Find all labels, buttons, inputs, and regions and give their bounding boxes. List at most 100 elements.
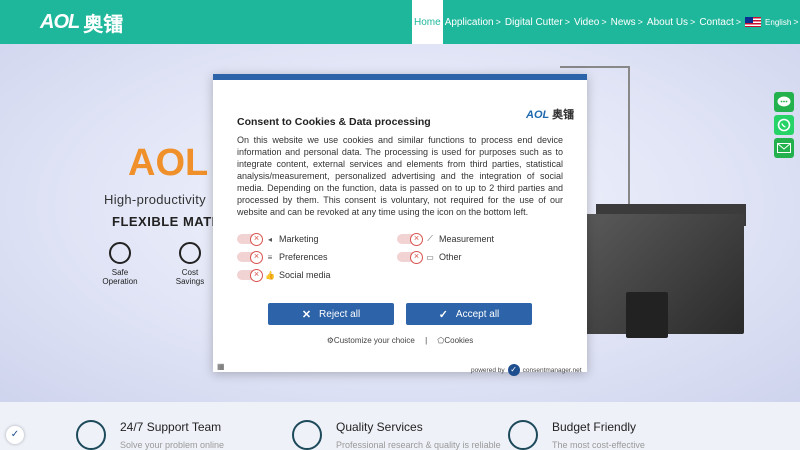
nav-home[interactable]: Home <box>412 0 443 44</box>
nav-home-label: Home <box>414 16 441 28</box>
consent-logo: AOL 奥镭 <box>526 106 574 122</box>
feature-support: 24/7 Support Team Solve your problem onl… <box>76 420 224 450</box>
nav-application[interactable]: Application > <box>443 0 503 44</box>
accept-all-label: Accept all <box>455 308 500 320</box>
chevron-right-icon: > <box>564 17 570 27</box>
thumbs-up-icon: 👍 <box>265 270 275 280</box>
language-selector[interactable]: English > <box>743 0 800 44</box>
toggle-label: Measurement <box>439 234 495 244</box>
chevron-right-icon: > <box>495 17 501 27</box>
feature-budget: Budget Friendly The most cost-effective <box>508 420 645 450</box>
megaphone-icon: ◂ <box>267 234 272 244</box>
feature-safe-operation: Safe Operation <box>100 242 140 286</box>
toggle-social-media[interactable]: 👍 Social media <box>237 269 331 282</box>
consent-logo-text: AOL <box>526 109 550 121</box>
close-icon: ✕ <box>301 308 312 321</box>
feature-subtitle: Solve your problem online <box>120 440 225 450</box>
dollar-clock-icon <box>179 242 201 264</box>
feature-quality: Quality Services Professional research &… <box>292 420 501 450</box>
feature-cost-savings: Cost Savings <box>170 242 210 286</box>
cookies-link[interactable]: ⬠ Cookies <box>437 336 473 345</box>
link-separator: | <box>425 336 428 345</box>
language-label: English <box>765 17 792 27</box>
nav-contact[interactable]: Contact > <box>697 0 743 44</box>
toggle-preferences[interactable]: ≡ Preferences <box>237 251 328 264</box>
chat-icon <box>777 96 791 107</box>
toggle-label: Preferences <box>279 252 328 262</box>
customize-label: Customize your choice <box>333 336 415 345</box>
tag-icon: ⬠ <box>437 336 445 345</box>
features-strip: 24/7 Support Team Solve your problem onl… <box>0 402 800 450</box>
customize-link[interactable]: ⚙ Customize your choice <box>327 336 415 345</box>
consent-logo-chinese: 奥镭 <box>552 108 575 121</box>
toggle-label: Other <box>439 252 462 262</box>
machine-control-box <box>626 292 668 338</box>
chat-support-icon <box>76 420 106 450</box>
nav-contact-label: Contact <box>699 16 734 28</box>
nav-news-label: News <box>610 16 636 28</box>
gear-icon: ⚙ <box>326 336 334 345</box>
toggle-switch[interactable] <box>397 233 423 246</box>
email-icon <box>777 143 791 153</box>
consent-links: ⚙ Customize your choice | ⬠ Cookies <box>213 336 587 345</box>
consent-settings-icon[interactable]: ✓ <box>6 426 24 444</box>
toggle-switch[interactable] <box>397 251 423 264</box>
consentmanager-logo-icon: ✓ <box>507 364 520 376</box>
consent-title: Consent to Cookies & Data processing <box>237 116 431 128</box>
site-header: AOL 奥镭 Home Application > Digital Cutter >… <box>0 0 800 44</box>
cookies-label: Cookies <box>444 336 474 345</box>
chevron-right-icon: > <box>735 17 742 27</box>
language-flag-icon[interactable]: ▦ <box>217 362 225 371</box>
toggle-switch[interactable] <box>237 233 263 246</box>
sliders-icon: ≡ <box>267 252 273 262</box>
money-hand-icon <box>508 420 538 450</box>
nav-digital-cutter[interactable]: Digital Cutter > <box>503 0 572 44</box>
feature-title: Quality Services <box>336 420 423 434</box>
chevron-right-icon: > <box>601 17 607 27</box>
toggle-measurement[interactable]: ⟋ Measurement <box>397 233 495 246</box>
logo-text: AOL <box>40 10 80 33</box>
nav-digital-cutter-label: Digital Cutter <box>504 16 563 28</box>
whatsapp-button[interactable] <box>774 115 794 135</box>
reject-all-label: Reject all <box>319 308 361 320</box>
feature-subtitle: Professional research & quality is relia… <box>336 440 501 450</box>
feature-title: Budget Friendly <box>552 420 637 434</box>
feature-subtitle: The most cost-effective <box>552 440 645 450</box>
nav-about-us[interactable]: About Us > <box>645 0 697 44</box>
email-button[interactable] <box>774 138 794 158</box>
toggle-label: Social media <box>279 270 331 280</box>
provider-name: consentmanager.net <box>522 366 582 374</box>
us-flag-icon <box>745 17 762 27</box>
consent-description: On this website we use cookies and simil… <box>237 135 563 217</box>
chat-bubbles-icon: ▭ <box>426 252 434 262</box>
hero-tagline: High-productivity <box>104 192 206 207</box>
toggle-switch[interactable] <box>237 251 263 264</box>
feature-label: Cost Savings <box>175 268 205 286</box>
hero-brand: AOL <box>128 142 209 184</box>
feature-title: 24/7 Support Team <box>120 420 222 434</box>
powered-by[interactable]: powered by ✓ consentmanager.net <box>471 364 582 376</box>
toggle-label: Marketing <box>279 234 319 244</box>
logo-chinese: 奥镭 <box>83 11 124 36</box>
nav-application-label: Application <box>444 16 494 28</box>
whatsapp-icon <box>777 118 791 132</box>
toggle-switch[interactable] <box>237 269 263 282</box>
toggle-marketing[interactable]: ◂ Marketing <box>237 233 319 246</box>
nav-about-us-label: About Us <box>646 16 689 28</box>
chat-button[interactable] <box>774 92 794 112</box>
main-nav: Home Application > Digital Cutter > Video >… <box>412 0 800 44</box>
cookie-consent-dialog: Consent to Cookies & Data processing AOL… <box>213 74 587 376</box>
chevron-right-icon: > <box>793 17 799 27</box>
chevron-right-icon: > <box>690 17 696 27</box>
nav-news[interactable]: News > <box>609 0 645 44</box>
target-icon <box>109 242 131 264</box>
nav-video-label: Video <box>573 16 600 28</box>
nav-video[interactable]: Video > <box>572 0 609 44</box>
reject-all-button[interactable]: ✕ Reject all <box>268 303 394 325</box>
toggle-other[interactable]: ▭ Other <box>397 251 462 264</box>
check-icon: ✓ <box>438 308 448 321</box>
powered-by-label: powered by <box>471 366 505 374</box>
accept-all-button[interactable]: ✓ Accept all <box>406 303 532 325</box>
feature-label: Safe Operation <box>102 268 138 286</box>
site-logo[interactable]: AOL 奥镭 <box>40 9 124 36</box>
